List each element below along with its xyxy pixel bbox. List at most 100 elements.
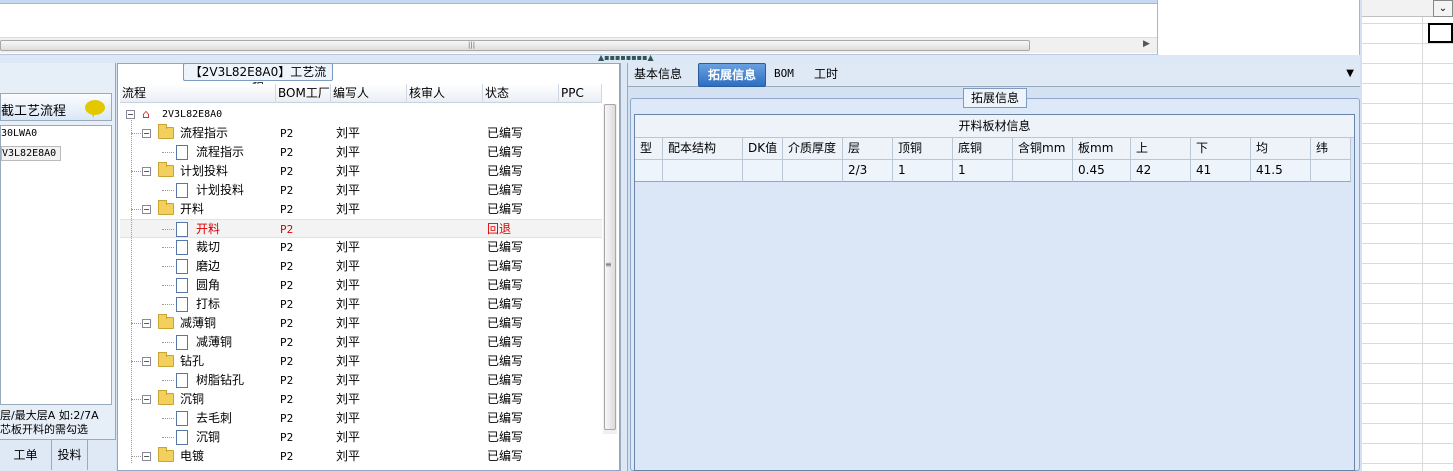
collapse-icon[interactable]: −: [142, 205, 151, 214]
chevron-down-icon[interactable]: ⌄: [1433, 0, 1453, 17]
collapse-icon[interactable]: −: [142, 319, 151, 328]
column-header-bom[interactable]: BOM工厂: [276, 84, 331, 103]
cell-author: 刘平: [336, 259, 361, 273]
sheet-cell[interactable]: [743, 160, 783, 182]
column-header-status[interactable]: 状态: [483, 84, 559, 103]
vertical-scrollbar[interactable]: ≡: [603, 104, 617, 434]
cell-bom: P2: [280, 127, 294, 140]
table-row[interactable]: − 电镀 P2 刘平 已编写: [120, 447, 602, 466]
table-row[interactable]: − 钻孔 P2 刘平 已编写: [120, 352, 602, 371]
sheet-cell[interactable]: [635, 160, 663, 182]
collapse-icon[interactable]: −: [142, 452, 151, 461]
sheet-cell[interactable]: 41.5: [1251, 160, 1311, 182]
sheet-column-header[interactable]: 纬: [1311, 138, 1351, 160]
folder-icon: [158, 447, 174, 462]
sheet-column-header[interactable]: 介质厚度: [783, 138, 843, 160]
list-item[interactable]: 30LWA0: [1, 128, 37, 139]
cell-author: 刘平: [336, 202, 361, 216]
table-row[interactable]: 磨边 P2 刘平 已编写: [120, 257, 602, 276]
table-row[interactable]: − 计划投料 P2 刘平 已编写: [120, 162, 602, 181]
sheet-cell[interactable]: 42: [1131, 160, 1191, 182]
table-row[interactable]: 圆角 P2 刘平 已编写: [120, 276, 602, 295]
table-row[interactable]: 沉铜 P2 刘平 已编写: [120, 428, 602, 447]
sheet-column-header[interactable]: 型: [635, 138, 663, 160]
horizontal-scrollbar[interactable]: ||| ▶: [0, 37, 1157, 53]
tab-work-hours[interactable]: 工时: [814, 63, 854, 87]
hint-line: 层/最大层A 如:2/7A: [0, 409, 99, 422]
panel-separator[interactable]: [620, 63, 628, 471]
background-spreadsheet: ⌄: [1362, 0, 1453, 471]
table-row[interactable]: 去毛刺 P2 刘平 已编写: [120, 409, 602, 428]
table-row[interactable]: − 减薄铜 P2 刘平 已编写: [120, 314, 602, 333]
sheet-cell[interactable]: [1013, 160, 1073, 182]
sheet-column-header[interactable]: 配本结构: [663, 138, 743, 160]
table-row[interactable]: 减薄铜 P2 刘平 已编写: [120, 333, 602, 352]
sheet-cell[interactable]: [1311, 160, 1351, 182]
tab-work-order[interactable]: 工单: [0, 440, 52, 470]
chat-bubble-icon[interactable]: [85, 100, 105, 118]
sheet-cell[interactable]: [783, 160, 843, 182]
cell-status: 已编写: [487, 240, 524, 254]
sheet-column-header[interactable]: 含铜mm: [1013, 138, 1073, 160]
sheet-column-header[interactable]: 下: [1191, 138, 1251, 160]
collapse-icon[interactable]: −: [142, 357, 151, 366]
tab-basic-info[interactable]: 基本信息: [634, 63, 694, 87]
tree-connector: [131, 118, 132, 463]
column-header-reviewer[interactable]: 核审人: [407, 84, 483, 103]
sheet-column-header[interactable]: 层: [843, 138, 893, 160]
sheet-cell[interactable]: 1: [953, 160, 1013, 182]
collapse-icon[interactable]: −: [142, 395, 151, 404]
selected-cell[interactable]: [1428, 23, 1453, 43]
table-row[interactable]: − 开料 P2 刘平 已编写: [120, 200, 602, 219]
cell-author: 刘平: [336, 335, 361, 349]
sheet-cell[interactable]: 0.45: [1073, 160, 1131, 182]
document-icon: [176, 240, 188, 255]
tree-grid-header: 流程 BOM工厂 编写人 核审人 状态 PPC: [120, 84, 602, 103]
table-row[interactable]: 开料 P2 回退: [120, 219, 602, 238]
tab-extended-info[interactable]: 拓展信息: [698, 63, 766, 87]
sheet-cell[interactable]: 2/3: [843, 160, 893, 182]
scrollbar-thumb[interactable]: [0, 40, 1030, 51]
sheet-column-header[interactable]: 顶铜: [893, 138, 953, 160]
table-row[interactable]: 打标 P2 刘平 已编写: [120, 295, 602, 314]
document-icon: [176, 373, 188, 388]
sheet-column-header[interactable]: 上: [1131, 138, 1191, 160]
tab-dropdown-icon[interactable]: ▼: [1346, 68, 1354, 79]
tree-root-row[interactable]: − ⌂ 2V3L82E8A0: [120, 105, 602, 124]
sheet-column-header[interactable]: DK值: [743, 138, 783, 160]
table-row[interactable]: 裁切 P2 刘平 已编写: [120, 238, 602, 257]
list-item-selected[interactable]: V3L82E8A0: [1, 146, 62, 161]
table-row[interactable]: 流程指示 P2 刘平 已编写: [120, 143, 602, 162]
folder-icon: [158, 390, 174, 405]
cell-status: 已编写: [487, 297, 524, 311]
tree-node-label: 电镀: [180, 449, 205, 463]
table-row[interactable]: − 流程指示 P2 刘平 已编写: [120, 124, 602, 143]
column-header-ppc[interactable]: PPC: [559, 84, 602, 103]
collapse-icon[interactable]: −: [142, 129, 151, 138]
tree-leaf-label: 裁切: [196, 240, 221, 254]
sheet-column-header[interactable]: 板mm: [1073, 138, 1131, 160]
cell-bom: P2: [280, 203, 294, 216]
cell-author: 刘平: [336, 430, 361, 444]
collapse-icon[interactable]: −: [142, 167, 151, 176]
sheet-column-header[interactable]: 底铜: [953, 138, 1013, 160]
table-row[interactable]: − 沉铜 P2 刘平 已编写: [120, 390, 602, 409]
cell-author: 刘平: [336, 297, 361, 311]
cell-author: 刘平: [336, 126, 361, 140]
sheet-cell[interactable]: 41: [1191, 160, 1251, 182]
tree-leaf-label: 树脂钻孔: [196, 373, 245, 387]
tab-bom[interactable]: BOM: [774, 63, 804, 87]
table-row[interactable]: 计划投料 P2 刘平 已编写: [120, 181, 602, 200]
tree-node-label: 钻孔: [180, 354, 205, 368]
column-header-process[interactable]: 流程: [120, 84, 276, 103]
sheet-cell[interactable]: 1: [893, 160, 953, 182]
column-header-author[interactable]: 编写人: [331, 84, 407, 103]
tab-feed[interactable]: 投料: [52, 440, 88, 470]
splitter-bar[interactable]: ▲▪▪▪▪▪▪▪▪▲: [0, 53, 1360, 63]
sheet-column-header[interactable]: 均: [1251, 138, 1311, 160]
cell-author: 刘平: [336, 316, 361, 330]
table-row[interactable]: 树脂钻孔 P2 刘平 已编写: [120, 371, 602, 390]
scroll-right-arrow-icon[interactable]: ▶: [1143, 39, 1150, 49]
cell-bom: P2: [280, 260, 294, 273]
sheet-cell[interactable]: [663, 160, 743, 182]
